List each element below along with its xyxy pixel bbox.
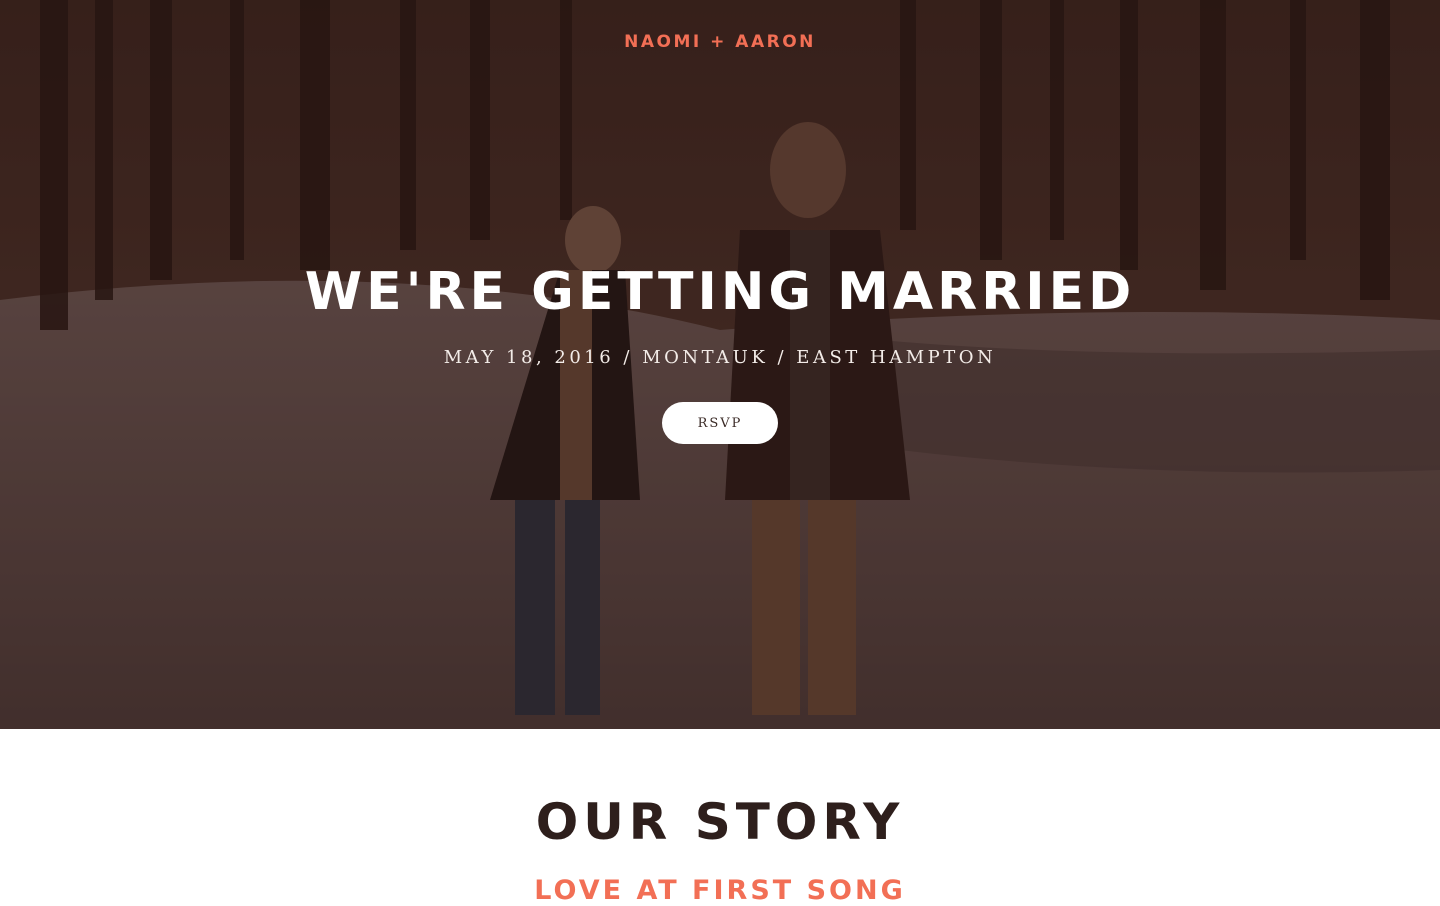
story-subtitle: LOVE AT FIRST SONG [534,875,906,906]
event-details: MAY 18, 2016 / MONTAUK / EAST HAMPTON [443,347,997,368]
story-title: OUR STORY [535,793,905,851]
hero-section: NAOMI + AARON WE'RE GETTING MARRIED MAY … [0,0,1440,729]
our-story-section: OUR STORY LOVE AT FIRST SONG [0,729,1440,906]
hero-headline: WE'RE GETTING MARRIED [304,262,1136,322]
brand-logo[interactable]: NAOMI + AARON [0,32,1440,52]
rsvp-button[interactable]: RSVP [662,402,778,444]
